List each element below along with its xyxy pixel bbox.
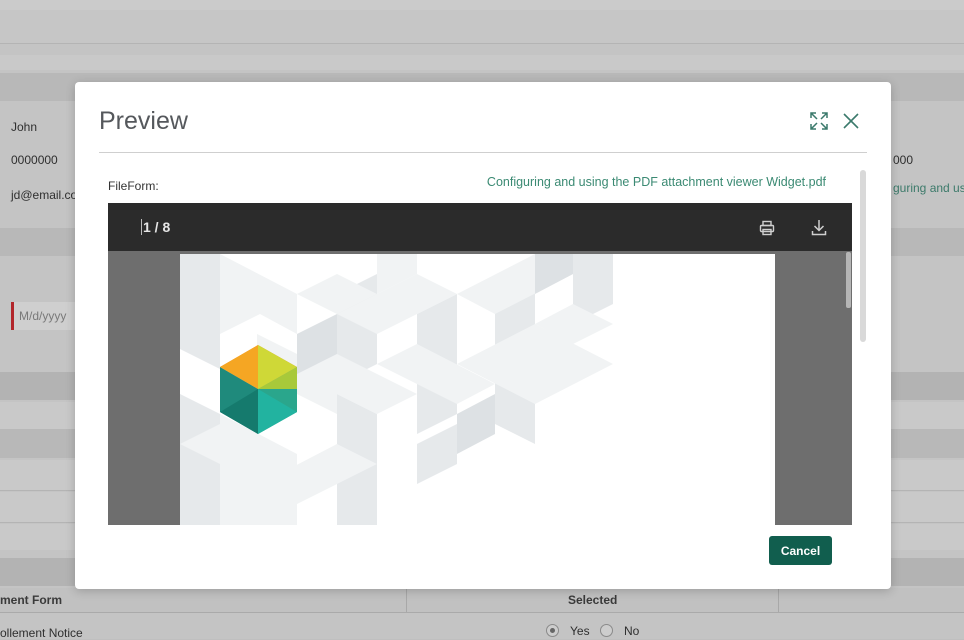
close-icon[interactable] bbox=[842, 112, 860, 130]
right-file-link[interactable]: guring and us bbox=[893, 181, 964, 195]
phone-value: 0000000 bbox=[11, 153, 58, 167]
pdf-viewer: 1 / 8 bbox=[108, 203, 852, 525]
expand-icon[interactable] bbox=[809, 111, 829, 131]
right-number-value: 000 bbox=[893, 153, 914, 167]
radio-no-label: No bbox=[624, 624, 640, 638]
preview-modal: Preview FileForm: Configuring and using … bbox=[75, 82, 891, 589]
header-divider bbox=[99, 152, 867, 153]
modal-scrollbar[interactable] bbox=[860, 170, 866, 342]
date-placeholder: M/d/yyyy bbox=[19, 309, 67, 323]
modal-title: Preview bbox=[99, 107, 188, 135]
table-divider bbox=[778, 588, 779, 612]
file-form-label: FileForm: bbox=[108, 179, 159, 193]
top-bar bbox=[0, 0, 964, 10]
download-icon[interactable] bbox=[811, 219, 827, 236]
email-value: jd@email.co bbox=[11, 188, 78, 202]
table-row-label: ollement Notice bbox=[0, 626, 83, 640]
page-indicator[interactable]: 1 / 8 bbox=[141, 219, 170, 235]
cancel-button[interactable]: Cancel bbox=[769, 536, 832, 565]
subheader-band bbox=[0, 55, 964, 70]
table-header-form: ment Form bbox=[0, 593, 63, 607]
pdf-toolbar: 1 / 8 bbox=[108, 203, 852, 251]
radio-yes[interactable] bbox=[546, 624, 559, 637]
pdf-scrollbar[interactable] bbox=[846, 252, 851, 308]
pdf-page bbox=[180, 254, 775, 525]
pdf-page-graphic bbox=[180, 254, 613, 525]
table-header-row bbox=[0, 588, 964, 613]
first-name-value: John bbox=[11, 120, 38, 134]
file-name-link[interactable]: Configuring and using the PDF attachment… bbox=[487, 175, 826, 189]
print-icon[interactable] bbox=[759, 220, 775, 236]
header-band bbox=[0, 10, 964, 44]
date-input[interactable]: M/d/yyyy bbox=[11, 302, 81, 330]
radio-yes-label: Yes bbox=[570, 624, 590, 638]
table-header-selected: Selected bbox=[568, 593, 618, 607]
radio-no[interactable] bbox=[600, 624, 613, 637]
table-divider bbox=[406, 588, 407, 612]
